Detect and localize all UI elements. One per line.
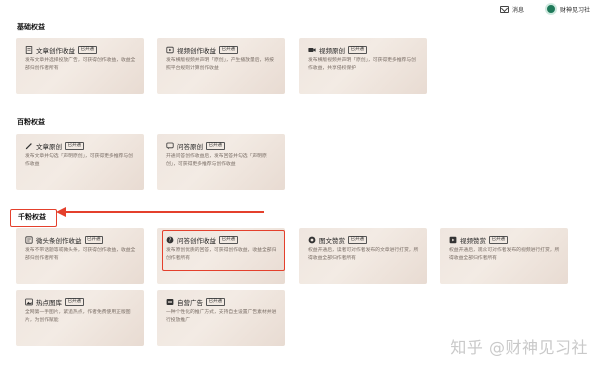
- watermark: 知乎 @财神见习社: [450, 338, 588, 357]
- top-bar: 消息 财神见习社: [0, 0, 600, 20]
- video-icon: [166, 46, 174, 54]
- highlight-box-qa-income: [162, 230, 285, 271]
- card-description: 开通问答创作收益后，发布回答并勾选「声明原创」，可获得更多推荐与创作收益: [166, 154, 267, 167]
- card-video-income[interactable]: 视频创作收益 已开通 发布横版视频并声明「原创」，产生播放量后，将按照平台规则计…: [157, 38, 285, 94]
- messages-link[interactable]: 消息: [499, 5, 524, 14]
- card-title: 微头条创作收益: [36, 237, 82, 245]
- avatar: [544, 3, 557, 15]
- image-icon: [25, 298, 33, 306]
- card-description: 发布横版视频并声明「原创」，产生播放量后，将按照平台规则计算创作收益: [166, 58, 274, 71]
- card-title: 文章创作收益: [36, 47, 75, 55]
- status-badge: 已开通: [348, 236, 367, 244]
- reward-icon: [308, 236, 316, 244]
- card-self-ads[interactable]: 自营广告 已开通 一种个性化的推广方式，支持自主设置广告素材并进行投放推广: [157, 290, 285, 346]
- status-badge: 已开通: [489, 236, 508, 244]
- document-icon: [25, 46, 33, 54]
- card-description: 权益开通后，读者可对作者发布的文章进行打赏，所得收益全部归作者所有: [308, 248, 419, 261]
- card-title: 图文赞赏: [319, 237, 345, 245]
- card-description: 一种个性化的推广方式，支持自主设置广告素材并进行投放推广: [166, 310, 277, 323]
- card-title: 视频创作收益: [177, 47, 216, 55]
- status-badge: 已开通: [65, 298, 84, 306]
- user-name: 财神见习社: [559, 6, 590, 14]
- ad-icon: [166, 298, 174, 306]
- card-title: 视频赞赏: [460, 237, 486, 245]
- highlight-box-section: [10, 209, 57, 227]
- status-badge: 已开通: [78, 46, 97, 54]
- section-title-basic: 基础权益: [17, 23, 45, 31]
- card-video-reward[interactable]: 视频赞赏 已开通 权益开通后，观众可对作者发布的视频进行打赏，所得收益全部归作者…: [440, 228, 568, 284]
- annotation-arrow: [56, 207, 264, 217]
- status-badge: 已开通: [219, 46, 238, 54]
- card-article-income[interactable]: 文章创作收益 已开通 发布文章并选择投放广告，可获得创作收益，收益全部归创作者所…: [16, 38, 144, 94]
- status-badge: 已开通: [84, 236, 103, 244]
- video-camera-icon: [308, 46, 316, 54]
- status-badge: 已开通: [65, 142, 84, 150]
- user-menu[interactable]: 财神见习社: [544, 3, 590, 15]
- card-title: 文章原创: [36, 143, 62, 151]
- card-qa-original[interactable]: 问答原创 已开通 开通问答创作收益后，发布回答并勾选「声明原创」，可获得更多推荐…: [157, 134, 285, 190]
- microheadline-icon: [25, 236, 33, 244]
- card-title: 自营广告: [177, 299, 203, 307]
- status-badge: 已开通: [348, 46, 367, 54]
- card-title: 视频原创: [319, 47, 345, 55]
- card-title: 问答原创: [177, 143, 203, 151]
- card-video-original[interactable]: 视频原创 已开通 发布横版视频并声明「原创」，可获得更多推荐与创作收益，共享侵权…: [299, 38, 427, 94]
- status-badge: 已开通: [206, 298, 225, 306]
- card-description: 发布横版视频并声明「原创」，可获得更多推荐与创作收益，共享侵权保护: [308, 58, 416, 71]
- creator-rights-page: 消息 财神见习社 基础权益 文章创作收益 已开通 发布文章并选择投放广告，可获得…: [0, 0, 600, 368]
- mail-icon: [499, 6, 509, 13]
- pen-icon: [25, 142, 33, 150]
- chat-icon: [166, 142, 174, 150]
- section-title-hundred-fans: 百粉权益: [17, 118, 45, 126]
- card-article-original[interactable]: 文章原创 已开通 发布文章并勾选「声明原创」，可获得更多推荐与创作收益: [16, 134, 144, 190]
- card-description: 权益开通后，观众可对作者发布的视频进行打赏，所得收益全部归作者所有: [449, 248, 560, 261]
- card-imagetext-reward[interactable]: 图文赞赏 已开通 权益开通后，读者可对作者发布的文章进行打赏，所得收益全部归作者…: [299, 228, 427, 284]
- card-title: 热点图库: [36, 299, 62, 307]
- status-badge: 已开通: [206, 142, 225, 150]
- card-description: 发布文章并勾选「声明原创」，可获得更多推荐与创作收益: [25, 154, 133, 167]
- messages-label: 消息: [511, 7, 524, 14]
- card-microheadline-income[interactable]: 微头条创作收益 已开通 发布不带话题等或微头条，可获得创作收益，收益全部归创作者…: [16, 228, 144, 284]
- card-description: 全网第一手图片，紧追热点，作者免费使用正版图片，为创作赋能: [25, 310, 131, 323]
- video-reward-icon: [449, 236, 457, 244]
- card-hot-gallery[interactable]: 热点图库 已开通 全网第一手图片，紧追热点，作者免费使用正版图片，为创作赋能: [16, 290, 144, 346]
- card-description: 发布文章并选择投放广告，可获得创作收益，收益全部归创作者所有: [25, 58, 136, 71]
- card-description: 发布不带话题等或微头条，可获得创作收益，收益全部归创作者所有: [25, 248, 136, 261]
